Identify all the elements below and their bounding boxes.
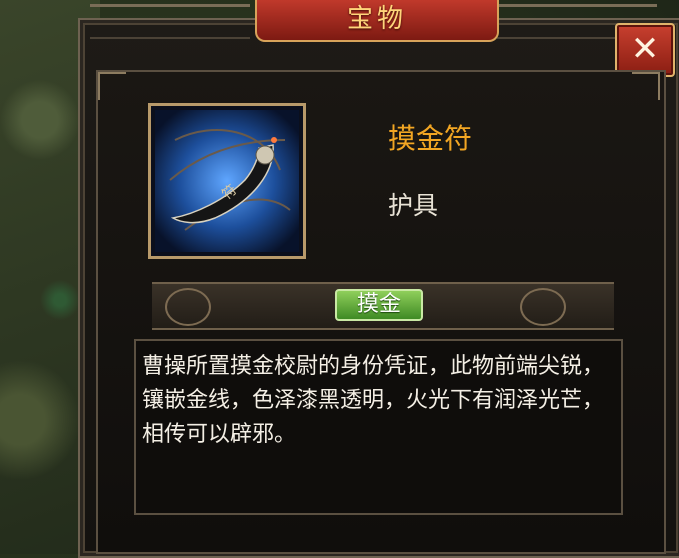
title-ornament-left: [90, 4, 250, 39]
item-type: 护具: [388, 191, 439, 220]
item-icon-frame[interactable]: 符: [148, 103, 306, 259]
close-button[interactable]: ✕: [615, 23, 675, 77]
talisman-pendant-icon: 符: [155, 110, 299, 252]
item-tag-badge: 摸金: [335, 289, 423, 321]
corner-ornament: [98, 72, 126, 100]
corner-ornament: [632, 72, 660, 100]
item-description: 曹操所置摸金校尉的身份凭证，此物前端尖锐，镶嵌金线，色泽漆黑透明，火光下有润泽光…: [142, 354, 605, 447]
swirl-ornament-left: [165, 288, 211, 326]
close-icon: ✕: [630, 29, 660, 69]
dialog-title: 宝物: [255, 0, 499, 42]
item-name: 摸金符: [388, 122, 473, 155]
swirl-ornament-right: [520, 288, 566, 326]
